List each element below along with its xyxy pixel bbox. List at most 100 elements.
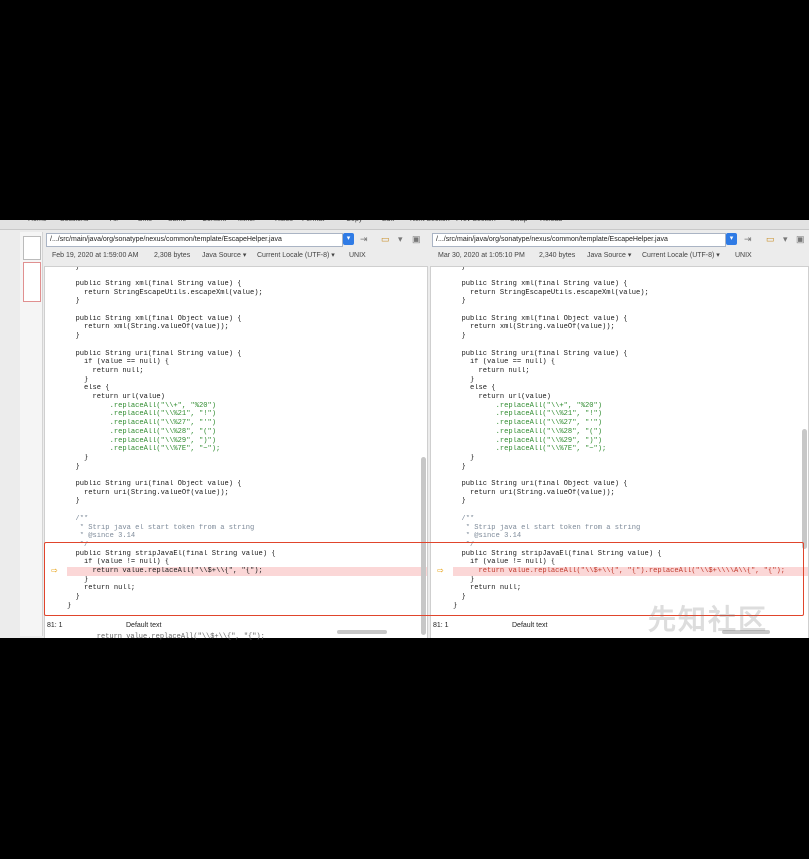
code-line: */ (67, 540, 89, 549)
code-line: .replaceAll("\\%29", ")") (453, 436, 602, 445)
right-editor[interactable]: ⇨ } public String xml(final String value… (430, 266, 809, 638)
code-line: * @since 3.14 (453, 532, 522, 541)
left-path-dropdown-icon[interactable]: ▾ (343, 233, 354, 245)
code-line: return xml(String.valueOf(value)); (453, 323, 615, 332)
left-pane: /.../src/main/java/org/sonatype/nexus/co… (44, 230, 428, 638)
code-line: } (67, 297, 80, 306)
toolbar-item[interactable]: Rules (275, 220, 293, 223)
toolbar-item[interactable]: Sessions (60, 220, 88, 223)
left-horizontal-scrollbar[interactable] (337, 630, 387, 634)
toolbar-item[interactable]: Prev Section (456, 220, 496, 223)
code-line: } (67, 375, 89, 384)
left-size: 2,308 bytes (154, 252, 191, 259)
left-code: } public String xml(final String value) … (67, 267, 417, 627)
left-date: Feb 19, 2020 at 1:59:00 AM (52, 252, 139, 259)
code-line: } (67, 601, 72, 610)
code-line: .replaceAll("\\%29", ")") (67, 436, 216, 445)
code-line: } (453, 497, 466, 506)
code-line: return StringEscapeUtils.escapeXml(value… (67, 288, 263, 297)
right-folder-icon[interactable]: ▭ (766, 234, 775, 244)
code-line: return url(value) (453, 393, 551, 401)
overview-strip (20, 232, 43, 636)
right-vertical-scrollbar[interactable] (802, 429, 807, 549)
toolbar-item[interactable]: Copy (346, 220, 362, 223)
code-line: return value.replaceAll("\\$+\\{", "{").… (453, 567, 798, 576)
right-code: } public String xml(final String value) … (453, 267, 798, 627)
code-line: .replaceAll("\\%7E", "~"); (67, 445, 221, 454)
left-editor[interactable]: ⇨ } public String xml(final String value… (44, 266, 428, 638)
watermark: 先知社区 (648, 604, 769, 635)
code-line: } (453, 462, 466, 471)
toolbar-item[interactable]: Swap (510, 220, 528, 223)
toolbar-item[interactable]: Diffs (138, 220, 152, 223)
right-text-style: Default text (512, 622, 548, 629)
right-format-select[interactable]: Java Source ▾ (587, 249, 631, 263)
left-format-select[interactable]: Java Source ▾ (202, 249, 246, 263)
right-path-field[interactable]: /.../src/main/java/org/sonatype/nexus/co… (432, 233, 726, 247)
left-folder-icon[interactable]: ▭ (381, 234, 390, 244)
left-path-field[interactable]: /.../src/main/java/org/sonatype/nexus/co… (46, 233, 343, 247)
code-line: .replaceAll("\\%21", "!") (67, 410, 216, 419)
code-line: if (value == null) { (67, 358, 170, 367)
right-path-bar: /.../src/main/java/org/sonatype/nexus/co… (430, 232, 809, 247)
left-save-icon[interactable]: ▣ (412, 234, 421, 244)
code-line: } (67, 453, 89, 462)
right-save-icon[interactable]: ▣ (796, 234, 805, 244)
code-line: .replaceAll("\\%21", "!") (453, 410, 602, 419)
toolbar-item[interactable]: Same (168, 220, 186, 223)
right-date: Mar 30, 2020 at 1:05:10 PM (438, 252, 525, 259)
overview-thumb-top[interactable] (23, 236, 41, 260)
left-folder-dropdown-icon[interactable]: ▾ (398, 234, 403, 244)
code-line: } (67, 497, 80, 506)
right-eol: UNIX (735, 252, 752, 259)
right-folder-dropdown-icon[interactable]: ▾ (783, 234, 788, 244)
diff-arrow-icon[interactable]: ⇨ (437, 567, 444, 575)
right-cursor-position: 81: 1 (433, 622, 449, 629)
toolbar-item[interactable]: Minor (238, 220, 256, 223)
toolbar-item[interactable]: Reload (540, 220, 562, 223)
code-line: return uri(String.valueOf(value)); (453, 488, 615, 497)
right-path-dropdown-icon[interactable]: ▾ (726, 233, 737, 245)
code-line: public String uri(final Object value) { (67, 480, 242, 488)
code-line: } (67, 593, 80, 602)
toolbar-item[interactable]: All (110, 220, 118, 223)
code-line: * Strip java el start token from a strin… (67, 523, 255, 532)
left-open-icon[interactable]: ⇥ (360, 234, 368, 244)
code-line: public String uri(final Object value) { (453, 480, 628, 488)
bottom-code-snippet: return value.replaceAll("\\$+\\{", "{"); (80, 633, 265, 641)
code-line: return StringEscapeUtils.escapeXml(value… (453, 288, 649, 297)
diff-arrow-icon[interactable]: ⇨ (51, 567, 58, 575)
code-line: } (67, 462, 80, 471)
code-line: public String xml(final String value) { (453, 279, 628, 288)
toolbar-item[interactable]: Home (28, 220, 47, 223)
toolbar-item[interactable]: Context (202, 220, 226, 223)
code-line: public String xml(final Object value) { (453, 314, 628, 323)
toolbar-item[interactable]: Edit (382, 220, 394, 223)
left-encoding-select[interactable]: Current Locale (UTF-8) ▾ (257, 249, 335, 263)
code-line: return value.replaceAll("\\$+\\{", "{"); (67, 567, 417, 576)
code-line: if (value == null) { (453, 358, 556, 367)
code-line: return null; (67, 584, 136, 593)
code-line: if (value != null) { (67, 558, 170, 567)
left-eol: UNIX (349, 252, 366, 259)
right-open-icon[interactable]: ⇥ (744, 234, 752, 244)
toolbar: Home Sessions All Diffs Same Context Minor Rule… (0, 220, 809, 230)
toolbar-item[interactable]: Next Section (410, 220, 450, 223)
code-line: } (453, 575, 475, 584)
code-line: if (value != null) { (453, 558, 556, 567)
toolbar-item[interactable]: Format (302, 220, 324, 223)
code-line: } (453, 332, 466, 341)
code-line: public String uri(final String value) { (453, 349, 628, 358)
code-line: } (453, 453, 475, 462)
right-encoding-select[interactable]: Current Locale (UTF-8) ▾ (642, 249, 720, 263)
code-line: public String xml(final Object value) { (67, 314, 242, 323)
code-line: .replaceAll("\\+", "%20") (67, 401, 216, 410)
overview-thumb-diff[interactable] (23, 262, 41, 302)
right-size: 2,340 bytes (539, 252, 576, 259)
code-line: else { (453, 384, 496, 393)
left-vertical-scrollbar[interactable] (421, 457, 426, 635)
